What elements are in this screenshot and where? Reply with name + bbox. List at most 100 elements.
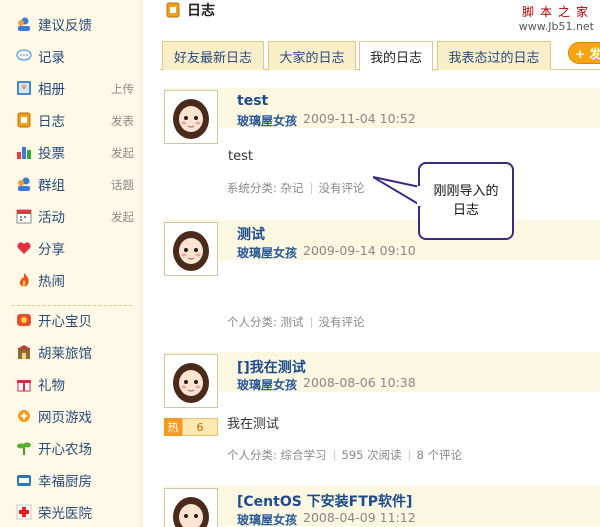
hot-badge: 热 6 xyxy=(164,418,218,436)
entry-date: 2008-08-06 10:38 xyxy=(303,375,416,390)
sidebar-divider xyxy=(12,305,132,306)
sidebar-item-label: 胡莱旅馆 xyxy=(38,346,92,362)
meta-separator xyxy=(310,182,312,194)
sidebar-item-label: 活动 xyxy=(38,210,65,226)
entry-body: test xyxy=(228,149,253,164)
callout-line-2: 日志 xyxy=(452,203,479,218)
photo-icon xyxy=(16,80,32,96)
red-cross-icon xyxy=(16,504,32,520)
start-event-link[interactable]: 发起 xyxy=(111,209,134,225)
sidebar-item-groups[interactable]: 群组 话题 xyxy=(16,174,134,194)
entry-date: 2009-11-04 10:52 xyxy=(303,111,416,126)
annotation-callout: 刚刚导入的 日志 xyxy=(418,162,514,240)
sidebar-item-label: 日志 xyxy=(38,114,65,130)
sidebar-item-label: 幸福厨房 xyxy=(38,474,92,490)
sidebar-item-diary[interactable]: 日志 发表 xyxy=(16,110,134,130)
entry-meta: 系统分类: 杂记 没有评论 xyxy=(227,180,365,196)
sidebar-item-records[interactable]: 记录 xyxy=(16,46,134,66)
notebook-icon xyxy=(165,2,181,18)
tab-everyones[interactable]: 大家的日志 xyxy=(268,41,356,70)
entry-category-link[interactable]: 个人分类: 测试 xyxy=(227,314,304,330)
tab-friends-latest[interactable]: 好友最新日志 xyxy=(162,41,264,70)
sidebar-item-label: 荣光医院 xyxy=(38,506,92,522)
callout-pointer xyxy=(373,176,423,207)
watermark: 脚本之家 www.Jb51.net xyxy=(519,3,594,33)
sidebar-item-happy-baby[interactable]: 开心宝贝 xyxy=(16,310,134,330)
sidebar-item-label: 投票 xyxy=(38,146,65,162)
sidebar-item-hot[interactable]: 热闹 xyxy=(16,270,134,290)
game-icon xyxy=(16,312,32,328)
entry-author-link[interactable]: 玻璃屋女孩 xyxy=(237,112,297,129)
bar-chart-icon xyxy=(16,144,32,160)
sidebar-item-label: 礼物 xyxy=(38,378,65,394)
sidebar-item-events[interactable]: 活动 发起 xyxy=(16,206,134,226)
entry-date: 2009-09-14 09:10 xyxy=(303,243,416,258)
flame-icon xyxy=(16,272,32,288)
entry-category-link[interactable]: 系统分类: 杂记 xyxy=(227,180,304,196)
sidebar-item-hotel[interactable]: 胡莱旅馆 xyxy=(16,342,134,362)
sidebar-item-gifts[interactable]: 礼物 xyxy=(16,374,134,394)
avatar[interactable] xyxy=(164,222,218,276)
avatar[interactable] xyxy=(164,90,218,144)
sidebar-item-farm[interactable]: 开心农场 xyxy=(16,438,134,458)
sidebar-item-label: 建议反馈 xyxy=(38,18,92,34)
avatar[interactable] xyxy=(164,488,218,527)
sidebar-item-kitchen[interactable]: 幸福厨房 xyxy=(16,470,134,490)
watermark-site-name: 脚本之家 xyxy=(521,5,594,19)
entry-comments[interactable]: 没有评论 xyxy=(319,180,365,196)
entry-comments[interactable]: 8 个评论 xyxy=(417,447,462,463)
entry-author-link[interactable]: 玻璃屋女孩 xyxy=(237,244,297,261)
sidebar-item-feedback[interactable]: 建议反馈 xyxy=(16,14,134,34)
sidebar-item-album[interactable]: 相册 上传 xyxy=(16,78,134,98)
entry-author-link[interactable]: 玻璃屋女孩 xyxy=(237,511,297,527)
sidebar-item-label: 记录 xyxy=(38,50,65,66)
entry-meta: 个人分类: 测试 没有评论 xyxy=(227,314,365,330)
tab-reacted[interactable]: 我表态过的日志 xyxy=(437,41,551,70)
entry-title-link[interactable]: []我在测试 xyxy=(237,357,306,377)
sidebar-item-label: 相册 xyxy=(38,82,65,98)
sidebar-item-vote[interactable]: 投票 发起 xyxy=(16,142,134,162)
entry-title-link[interactable]: [CentOS 下安装FTP软件] xyxy=(237,491,412,511)
entry-title-link[interactable]: 测试 xyxy=(237,224,265,244)
watermark-url: www.Jb51.net xyxy=(518,20,594,33)
group-icon xyxy=(16,176,32,192)
avatar[interactable] xyxy=(164,354,218,408)
sidebar-item-label: 热闹 xyxy=(38,274,65,290)
sidebar-item-label: 开心宝贝 xyxy=(38,314,92,330)
sidebar-item-label: 群组 xyxy=(38,178,65,194)
upload-link[interactable]: 上传 xyxy=(111,81,134,97)
entry-meta: 个人分类: 综合学习 595 次阅读 8 个评论 xyxy=(227,447,462,463)
page-title: 日志 xyxy=(165,0,215,20)
sidebar-item-hospital[interactable]: 荣光医院 xyxy=(16,502,134,522)
sidebar: 建议反馈 记录 相册 上传 日志 发表 投票 发起 群组 话题 活动 发起 分享… xyxy=(0,0,142,527)
entry-comments[interactable]: 没有评论 xyxy=(319,314,365,330)
write-diary-button[interactable]: + 发 xyxy=(568,42,600,64)
meta-separator xyxy=(310,316,312,328)
entry-category-link[interactable]: 个人分类: 综合学习 xyxy=(227,447,327,463)
calendar-icon xyxy=(16,208,32,224)
entry-body: 我在测试 xyxy=(227,417,280,432)
meta-separator xyxy=(333,449,335,461)
share-heart-icon xyxy=(16,240,32,256)
sidebar-item-label: 开心农场 xyxy=(38,442,92,458)
speech-bubble-icon xyxy=(16,48,32,64)
entry-title-link[interactable]: test xyxy=(237,93,268,109)
sidebar-item-label: 网页游戏 xyxy=(38,410,92,426)
entry-date: 2008-04-09 11:12 xyxy=(303,510,416,525)
web-game-icon xyxy=(16,408,32,424)
topic-link[interactable]: 话题 xyxy=(111,177,134,193)
kitchen-icon xyxy=(16,472,32,488)
hot-label: 热 xyxy=(164,418,182,436)
sidebar-item-web-games[interactable]: 网页游戏 xyxy=(16,406,134,426)
sidebar-item-label: 分享 xyxy=(38,242,65,258)
page-title-text: 日志 xyxy=(187,3,215,19)
meta-separator xyxy=(408,449,410,461)
tab-my-diary[interactable]: 我的日志 xyxy=(359,41,433,71)
sidebar-item-share[interactable]: 分享 xyxy=(16,238,134,258)
sprout-icon xyxy=(16,440,32,456)
hotel-icon xyxy=(16,344,32,360)
start-vote-link[interactable]: 发起 xyxy=(111,145,134,161)
publish-link[interactable]: 发表 xyxy=(111,113,134,129)
entry-author-link[interactable]: 玻璃屋女孩 xyxy=(237,376,297,393)
people-icon xyxy=(16,16,32,32)
